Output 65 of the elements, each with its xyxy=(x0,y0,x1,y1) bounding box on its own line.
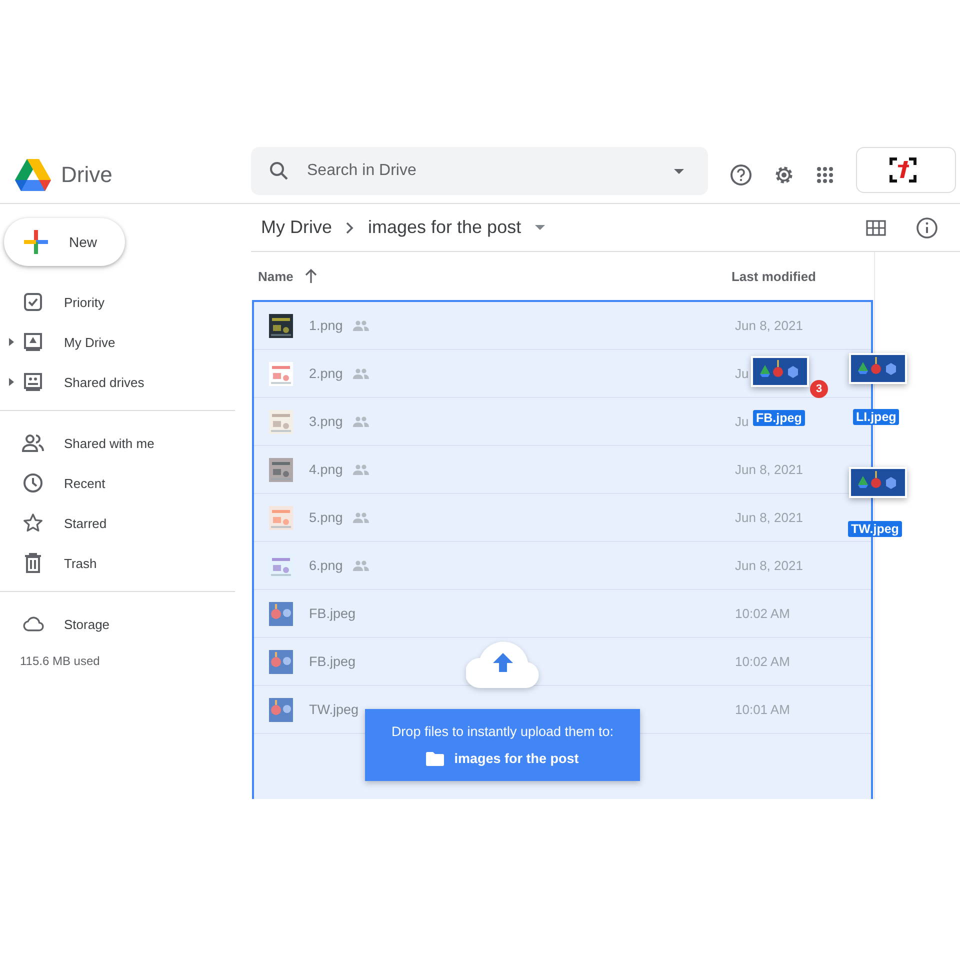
settings-icon[interactable] xyxy=(773,164,795,186)
dragged-file-label: TW.jpeg xyxy=(848,521,902,537)
search-field[interactable]: Search in Drive xyxy=(251,147,708,195)
file-name: 1.png xyxy=(309,318,343,333)
drive-icon xyxy=(22,332,44,352)
info-icon[interactable] xyxy=(916,216,938,238)
dragged-file-label: FB.jpeg xyxy=(753,410,805,426)
sidebar-item[interactable]: Trash xyxy=(0,543,235,583)
folder-icon xyxy=(426,752,444,766)
modified-date: Jun 8, 2021 xyxy=(735,510,803,524)
checkbox-icon xyxy=(22,292,44,312)
sidebar-item[interactable]: Priority xyxy=(0,282,235,322)
sidebar-item[interactable]: Recent xyxy=(0,463,235,503)
column-header[interactable]: Last modified xyxy=(731,268,816,284)
expand-icon[interactable] xyxy=(8,338,14,346)
new-button[interactable]: New xyxy=(4,218,125,266)
chevron-right-icon xyxy=(346,222,354,234)
modified-date: 10:01 AM xyxy=(735,702,790,716)
help-icon[interactable] xyxy=(730,164,752,186)
file-name: 4.png xyxy=(309,462,343,477)
trash-icon xyxy=(22,553,44,573)
storage-usage: 115.6 MB used xyxy=(19,654,101,668)
modified-date: Jun 8, 2021 xyxy=(735,462,803,476)
sidebar-item[interactable]: Storage xyxy=(0,604,235,644)
star-icon xyxy=(22,513,44,533)
shared-drive-icon xyxy=(22,372,44,392)
plus-icon xyxy=(24,230,48,254)
folder-name: images for the post xyxy=(454,751,579,766)
app-name: Drive xyxy=(61,162,112,188)
upload-cloud-icon xyxy=(466,640,540,690)
column-header[interactable]: Name xyxy=(258,268,294,284)
sidebar-item[interactable]: Shared with me xyxy=(0,423,235,463)
search-icon xyxy=(269,161,289,181)
modified-date: 10:02 AM xyxy=(735,606,790,620)
account-button[interactable] xyxy=(856,147,956,193)
expand-icon[interactable] xyxy=(8,378,14,386)
modified-date: Ju xyxy=(735,366,749,380)
apps-icon[interactable] xyxy=(816,166,834,184)
clock-icon xyxy=(22,473,44,493)
breadcrumb-item[interactable]: images for the post xyxy=(368,217,522,238)
grid-view-icon[interactable] xyxy=(866,220,886,236)
file-name: 3.png xyxy=(309,414,343,429)
file-name: FB.jpeg xyxy=(309,654,356,669)
caret-icon[interactable] xyxy=(674,169,684,174)
file-name: 5.png xyxy=(309,510,343,525)
modified-date: Jun 8, 2021 xyxy=(735,318,803,332)
cloud-icon xyxy=(22,615,44,633)
modified-date: 10:02 AM xyxy=(735,654,790,668)
sidebar-item[interactable]: My Drive xyxy=(0,322,235,362)
sort-arrow-icon[interactable] xyxy=(305,269,318,283)
dragged-file-label: LI.jpeg xyxy=(853,409,900,425)
logo-icon xyxy=(889,157,917,183)
caret-icon[interactable] xyxy=(535,225,546,230)
breadcrumb-item[interactable]: My Drive xyxy=(261,217,332,238)
people-icon xyxy=(22,433,44,453)
file-name: TW.jpeg xyxy=(309,702,359,717)
file-name: 2.png xyxy=(309,366,343,381)
modified-date: Ju xyxy=(735,414,749,428)
drop-message: Drop files to instantly upload them to: xyxy=(391,724,614,739)
sidebar-item[interactable]: Starred xyxy=(0,503,235,543)
drive-logo-icon xyxy=(14,158,52,192)
modified-date: Jun 8, 2021 xyxy=(735,558,803,572)
file-name: 6.png xyxy=(309,558,343,573)
file-name: FB.jpeg xyxy=(309,606,356,621)
sidebar-item[interactable]: Shared drives xyxy=(0,362,235,402)
